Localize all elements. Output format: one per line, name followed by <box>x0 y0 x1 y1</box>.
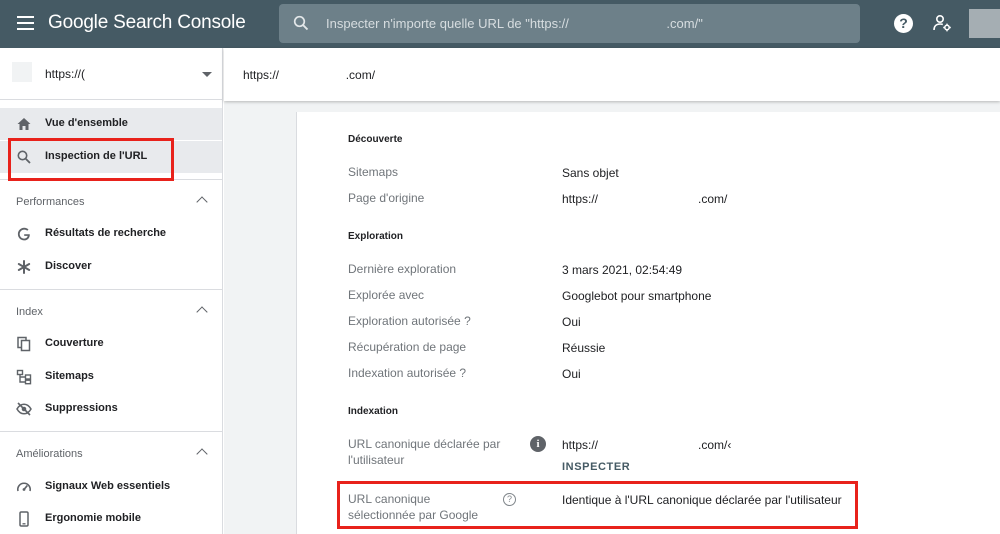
sidebar-item-mobile-usability[interactable]: Ergonomie mobile <box>0 503 222 534</box>
section-index[interactable]: Index <box>0 298 222 326</box>
row-label-crawled-as: Explorée avec <box>348 288 425 302</box>
property-url: https://( <box>45 67 86 81</box>
section-title-exploration: Exploration <box>348 231 404 242</box>
google-g-icon <box>17 227 30 241</box>
sidebar-item-label: Vue d'ensemble <box>45 117 128 129</box>
sidebar-item-label: Signaux Web essentiels <box>45 480 171 492</box>
row-label-crawl-allowed: Exploration autorisée ? <box>348 314 471 328</box>
hamburger-menu-icon[interactable] <box>17 16 34 30</box>
sidebar-item-label: Résultats de recherche <box>45 227 167 239</box>
row-label-last-crawl: Dernière exploration <box>348 262 457 276</box>
row-label-declared-canonical-2: l'utilisateur <box>348 453 405 467</box>
sidebar-item-search-results[interactable]: Résultats de recherche <box>0 218 222 250</box>
property-selector[interactable]: https://( <box>0 48 222 100</box>
highlight-box <box>8 138 174 181</box>
sidebar-divider <box>0 289 222 290</box>
row-label-referring-page: Page d'origine <box>348 191 425 205</box>
search-placeholder[interactable]: Inspecter n'importe quelle URL de "https… <box>326 16 703 31</box>
home-icon <box>17 118 31 130</box>
chevron-down-icon <box>202 72 212 77</box>
row-value-crawled-as: Googlebot pour smartphone <box>562 289 712 303</box>
highlight-box <box>337 481 858 529</box>
sidebar-item-sitemaps[interactable]: Sitemaps <box>0 361 222 393</box>
chevron-up-icon <box>196 196 208 208</box>
sidebar-item-label: Suppressions <box>45 402 118 414</box>
inspected-url-bar: https:// .com/ <box>224 48 1000 101</box>
hidden-eye-icon <box>16 402 32 416</box>
row-value-page-fetch: Réussie <box>562 341 606 355</box>
speedometer-icon <box>17 482 31 492</box>
inspected-url: https:// .com/ <box>243 68 376 82</box>
search-icon <box>293 15 309 31</box>
row-value-crawl-allowed: Oui <box>562 315 581 329</box>
section-ameliorations[interactable]: Améliorations <box>0 440 222 468</box>
app-title[interactable]: Google Search Console <box>48 12 246 34</box>
sidebar-item-discover[interactable]: Discover <box>0 251 222 283</box>
section-label: Améliorations <box>16 448 83 460</box>
property-favicon <box>12 62 32 82</box>
row-value-sitemaps: Sans objet <box>562 166 619 180</box>
row-label-page-fetch: Récupération de page <box>348 340 467 354</box>
row-label-declared-canonical-1: URL canonique déclarée par <box>348 437 501 451</box>
account-avatar[interactable] <box>969 9 1000 38</box>
section-performances[interactable]: Performances <box>0 188 222 216</box>
row-value-indexing-allowed: Oui <box>562 367 581 381</box>
sidebar-item-core-web-vitals[interactable]: Signaux Web essentiels <box>0 471 222 503</box>
section-label: Performances <box>16 196 85 208</box>
smartphone-icon <box>19 511 29 527</box>
help-icon[interactable]: ? <box>894 14 913 33</box>
sidebar-item-label: Ergonomie mobile <box>45 512 141 524</box>
info-icon[interactable]: i <box>530 436 546 452</box>
sidebar-item-coverage[interactable]: Couverture <box>0 328 222 360</box>
chevron-up-icon <box>196 448 208 460</box>
url-inspect-search[interactable]: Inspecter n'importe quelle URL de "https… <box>279 4 860 43</box>
sidebar-divider <box>0 431 222 432</box>
app-header: Google Search Console Inspecter n'import… <box>0 0 1000 48</box>
section-title-indexation: Indexation <box>348 406 399 417</box>
section-label: Index <box>16 306 43 318</box>
inspect-button[interactable]: INSPECTER <box>562 461 630 473</box>
row-label-sitemaps: Sitemaps <box>348 165 399 179</box>
row-label-indexing-allowed: Indexation autorisée ? <box>348 366 467 380</box>
row-value-last-crawl: 3 mars 2021, 02:54:49 <box>562 263 683 277</box>
chevron-up-icon <box>196 306 208 318</box>
sidebar-item-removals[interactable]: Suppressions <box>0 393 222 425</box>
pages-icon <box>17 336 31 352</box>
app-title-google: Google <box>48 12 109 33</box>
sidebar-item-label: Sitemaps <box>45 370 94 382</box>
sitemap-icon <box>16 369 32 385</box>
section-title-decouverte: Découverte <box>348 134 403 145</box>
admin-settings-icon[interactable] <box>932 13 952 33</box>
asterisk-icon <box>17 260 31 274</box>
sidebar: https://( Vue d'ensemble Inspection de l… <box>0 48 223 534</box>
row-value-declared-canonical[interactable]: https:// .com/‹ <box>562 438 731 452</box>
row-value-referring-page[interactable]: https:// .com/ <box>562 192 727 206</box>
sidebar-item-label: Discover <box>45 260 92 272</box>
app-title-product: Search Console <box>113 12 246 33</box>
sidebar-item-label: Couverture <box>45 337 104 349</box>
sidebar-item-overview[interactable]: Vue d'ensemble <box>0 108 222 140</box>
